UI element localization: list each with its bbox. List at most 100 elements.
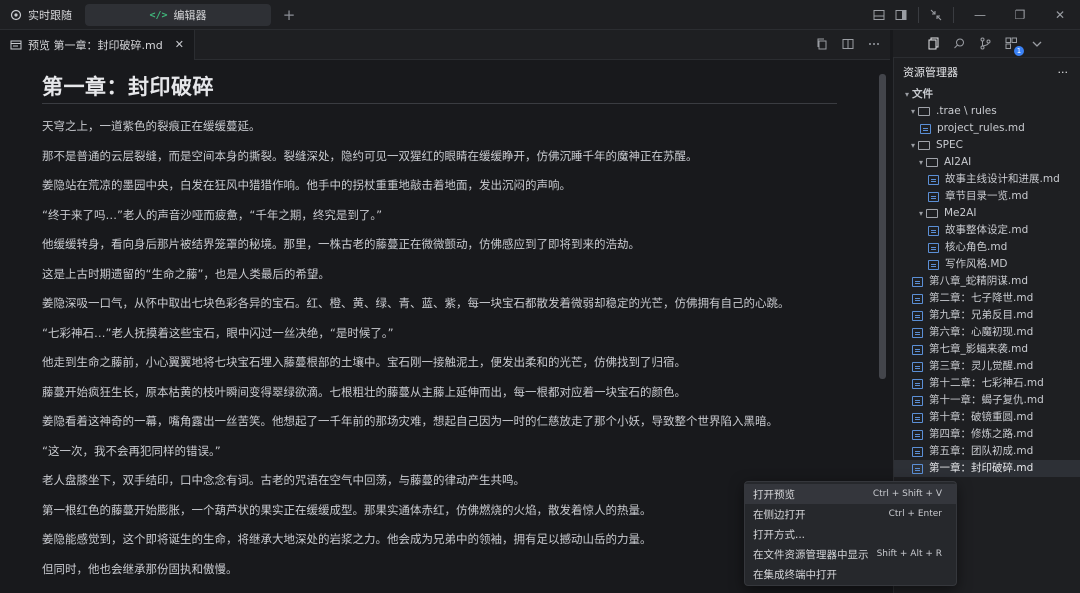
chevron-down-icon[interactable]: ▾ [916,154,926,171]
tree-folder-item[interactable]: ▾ .trae \ rules [894,103,1080,120]
markdown-file-icon [928,174,939,185]
tree-item-label: 第六章：心魔初现.md [929,326,1034,338]
paragraph: 这是上古时期遗留的“生命之藤”，也是人类最后的希望。 [42,266,330,281]
menu-item-open-preview[interactable]: 打开预览 Ctrl + Shift + V [745,484,956,504]
folder-icon [926,158,938,167]
explorer-view-button[interactable] [923,34,943,54]
markdown-file-icon [912,378,923,389]
menu-item-label: 在侧边打开 [753,508,806,521]
paragraph: 但同时，他也会继承那份固执和傲慢。 [42,561,238,576]
markdown-file-icon [928,242,939,253]
tree-item-label: 第十章：破镜重圆.md [929,411,1034,423]
menu-item-open-in-terminal[interactable]: 在集成终端中打开 [745,564,956,584]
tree-item-label: 第三章：灵儿觉醒.md [929,360,1034,372]
restore-button[interactable]: ❐ [1000,0,1040,30]
toggle-sidebar-button[interactable] [890,0,912,30]
markdown-file-icon [928,191,939,202]
editor-scrollbar[interactable] [879,74,886,379]
tree-file-item[interactable]: 第五章：团队初成.md [894,443,1080,460]
tree-item-label: 第八章_蛇精阴谋.md [929,275,1028,287]
menu-item-label: 在集成终端中打开 [753,568,837,581]
tree-folder-item[interactable]: ▾ SPEC [894,137,1080,154]
copy-icon [817,38,827,49]
minimize-button[interactable]: — [960,0,1000,30]
tree-file-item[interactable]: 写作风格.MD [894,256,1080,273]
chevron-down-icon[interactable]: ▾ [908,137,918,154]
split-icon [842,38,854,49]
menu-item-label: 打开方式... [753,528,806,541]
new-tab-button[interactable]: + [279,5,299,25]
tree-item-label: 第四章：修炼之路.md [929,428,1034,440]
tree-file-item[interactable]: 故事整体设定.md [894,222,1080,239]
markdown-file-icon [912,361,923,372]
search-view-button[interactable] [949,34,969,54]
chevron-down-icon[interactable]: ▾ [902,86,912,103]
markdown-file-icon [928,225,939,236]
tree-file-item[interactable]: project_rules.md [894,120,1080,137]
tree-item-label: 第十二章：七彩神石.md [929,377,1044,389]
tree-file-item[interactable]: 核心角色.md [894,239,1080,256]
tree-file-item[interactable]: 第二章：七子降世.md [894,290,1080,307]
tree-file-item[interactable]: 第十二章：七彩神石.md [894,375,1080,392]
menu-item-open-to-side[interactable]: 在侧边打开 Ctrl + Enter [745,504,956,524]
tree-item-label: 第九章：兄弟反目.md [929,309,1034,321]
tree-file-item[interactable]: 第十一章：蝎子复仇.md [894,392,1080,409]
collapse-button[interactable] [925,0,947,30]
tree-file-item[interactable]: 第八章_蛇精阴谋.md [894,273,1080,290]
sidebar-layout-icon [895,10,907,20]
tree-file-item[interactable]: 第七章_影蝠来袭.md [894,341,1080,358]
toggle-panel-button[interactable] [868,0,890,30]
tree-file-item[interactable]: 章节目录一览.md [894,188,1080,205]
markdown-file-icon [928,259,939,270]
more-actions-button[interactable] [864,38,884,53]
folder-icon [918,107,930,116]
tree-file-item[interactable]: 第四章：修炼之路.md [894,426,1080,443]
live-follow-button[interactable]: 实时跟随 [0,7,80,23]
source-control-button[interactable] [975,34,995,54]
tree-file-item[interactable]: 第三章：灵儿觉醒.md [894,358,1080,375]
copy-button[interactable] [812,38,832,53]
explorer-more-button[interactable]: ··· [1058,66,1069,79]
paragraph: 姜隐看着这神奇的一幕，嘴角露出一丝苦笑。他想起了一千年前的那场灾难，想起自己因为… [42,414,778,428]
tree-item-label: project_rules.md [937,122,1025,134]
tree-file-item[interactable]: 第十章：破镜重圆.md [894,409,1080,426]
tree-folder-item[interactable]: ▾ AI2AI [894,154,1080,171]
tree-file-item[interactable]: 第一章：封印破碎.md [894,460,1080,477]
notification-badge: 1 [1014,45,1024,56]
paragraph: 天穹之上，一道紫色的裂痕正在缓缓蔓延。 [42,119,261,133]
collapse-icon [930,9,942,21]
search-icon [953,38,964,49]
tab-preview[interactable]: 预览 第一章：封印破碎.md ✕ [0,29,195,60]
tree-file-item[interactable]: 故事主线设计和进展.md [894,171,1080,188]
tree-item-label: 第五章：团队初成.md [929,445,1034,457]
tab-preview-label: 预览 第一章：封印破碎.md [28,38,163,52]
tree-item-label: 文件 [912,88,933,100]
tab-editor[interactable]: </> 编辑器 [85,4,271,26]
markdown-file-icon [912,429,923,440]
tree-item-label: AI2AI [944,156,972,168]
menu-item-open-with[interactable]: 打开方式... [745,524,956,544]
paragraph: “这一次，我不会再犯同样的错误。” [42,443,221,458]
tree-item-label: 故事主线设计和进展.md [945,173,1060,185]
chevron-down-icon[interactable]: ▾ [916,205,926,222]
paragraph: 姜隐站在荒凉的墨园中央，白发在狂风中猎猎作响。他手中的拐杖重重地敲击着地面，发出… [42,178,571,192]
panel-layout-icon [873,10,885,20]
activity-bar: 1 [893,30,1080,58]
markdown-file-icon [912,463,923,474]
more-views-button[interactable] [1027,34,1047,54]
menu-item-reveal-in-explorer[interactable]: 在文件资源管理器中显示 Shift + Alt + R [745,544,956,564]
tree-file-item[interactable]: 第六章：心魔初现.md [894,324,1080,341]
tree-folder-item[interactable]: ▾ Me2AI [894,205,1080,222]
chevron-down-icon[interactable]: ▾ [908,103,918,120]
close-tab-icon[interactable]: ✕ [175,38,184,51]
tree-file-item[interactable]: 第九章：兄弟反目.md [894,307,1080,324]
tree-folder-item[interactable]: ▾ 文件 [894,86,1080,103]
close-window-button[interactable]: ✕ [1040,0,1080,30]
paragraph: “终于来了吗…”老人的声音沙哑而疲惫，“千年之期，终究是到了。” [42,207,383,222]
markdown-file-icon [912,412,923,423]
split-editor-button[interactable] [838,38,858,53]
tree-item-label: 章节目录一览.md [945,190,1029,202]
markdown-preview: 第一章：封印破碎 天穹之上，一道紫色的裂痕正在缓缓蔓延。 那不是普通的云层裂缝，… [42,70,837,584]
extensions-view-button[interactable]: 1 [1001,34,1024,56]
menu-item-label: 在文件资源管理器中显示 [753,548,869,561]
